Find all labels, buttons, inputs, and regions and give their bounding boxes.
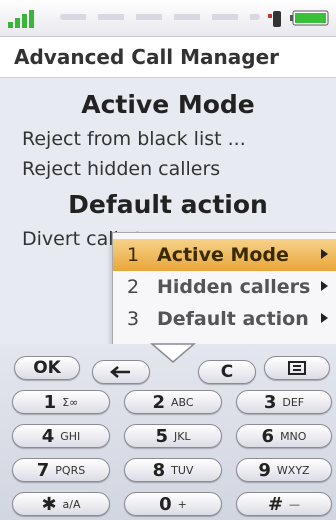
menu-item-active-mode[interactable]: 1 Active Mode	[113, 239, 336, 271]
key-letters: GHI	[60, 429, 81, 443]
menu-item-label: Default action	[157, 308, 309, 330]
key-4[interactable]: 4 GHI	[12, 424, 110, 448]
key-digit: 2	[152, 391, 165, 413]
key-letters: ABC	[170, 395, 194, 409]
signal-strength-icon	[8, 10, 34, 28]
key-letters: JKL	[173, 429, 191, 443]
reject-hidden-callers-item[interactable]: Reject hidden callers	[22, 158, 220, 180]
submenu-arrow-icon	[321, 281, 328, 291]
key-digit: ✱	[41, 493, 57, 515]
back-key[interactable]	[92, 360, 150, 384]
menu-item-number: 1	[127, 244, 140, 266]
back-arrow-icon	[110, 366, 130, 378]
clear-key[interactable]: C	[198, 360, 256, 384]
key-digit: 9	[258, 459, 271, 481]
key-letters: WXYZ	[276, 463, 310, 477]
key-2[interactable]: 2 ABC	[124, 390, 222, 414]
menu-item-label: Active Mode	[157, 244, 289, 266]
menu-icon	[288, 361, 306, 375]
ok-softkey[interactable]: OK	[14, 356, 80, 380]
key-letters: Σ∞	[62, 395, 79, 409]
key-3[interactable]: 3 DEF	[236, 390, 332, 414]
status-bar	[0, 0, 336, 37]
dpad-down-icon[interactable]	[150, 342, 196, 364]
menu-item-number: 2	[127, 276, 140, 298]
key-label: C	[220, 362, 234, 382]
key-letters: +	[177, 497, 187, 511]
key-star[interactable]: ✱ a/A	[12, 492, 110, 516]
key-digit: 0	[159, 493, 172, 515]
key-digit: 4	[41, 425, 55, 447]
key-digit: 6	[261, 425, 275, 447]
heading-active-mode: Active Mode	[81, 90, 255, 119]
key-letters: DEF	[282, 395, 305, 409]
phone-indicator-icon	[268, 11, 281, 27]
key-digit: 7	[36, 459, 50, 481]
key-digit: 5	[155, 425, 168, 447]
menu-item-hidden-callers[interactable]: 2 Hidden callers	[113, 271, 336, 303]
menu-item-label: Hidden callers	[157, 276, 311, 298]
key-7[interactable]: 7 PQRS	[12, 458, 110, 482]
submenu-arrow-icon	[321, 249, 328, 259]
key-letters: —	[289, 497, 301, 511]
menu-softkey[interactable]	[264, 356, 330, 380]
heading-default-action: Default action	[68, 190, 268, 219]
status-dashes	[60, 14, 260, 20]
key-9[interactable]: 9 WXYZ	[236, 458, 332, 482]
key-letters: MNO	[280, 429, 307, 443]
key-digit: 3	[263, 391, 277, 413]
key-digit: 1	[43, 391, 57, 413]
key-6[interactable]: 6 MNO	[236, 424, 332, 448]
key-digit: 8	[152, 459, 166, 481]
key-8[interactable]: 8 TUV	[124, 458, 222, 482]
key-digit: #	[267, 493, 284, 515]
options-menu: 1 Active Mode 2 Hidden callers 3 Default…	[112, 232, 336, 346]
app-title-bar: Advanced Call Manager	[0, 37, 336, 78]
app-title: Advanced Call Manager	[14, 45, 279, 69]
key-label: OK	[33, 358, 61, 378]
key-hash[interactable]: # —	[236, 492, 332, 516]
key-5[interactable]: 5 JKL	[124, 424, 222, 448]
key-letters: TUV	[171, 463, 194, 477]
key-letters: PQRS	[55, 463, 86, 477]
menu-item-number: 3	[127, 308, 140, 330]
submenu-arrow-icon	[321, 313, 328, 323]
reject-black-list-item[interactable]: Reject from black list ...	[22, 128, 246, 150]
menu-item-default-action[interactable]: 3 Default action	[113, 303, 336, 335]
key-1[interactable]: 1 Σ∞	[12, 390, 110, 414]
battery-icon	[290, 10, 329, 26]
key-letters: a/A	[62, 497, 81, 511]
key-0[interactable]: 0 +	[124, 492, 222, 516]
